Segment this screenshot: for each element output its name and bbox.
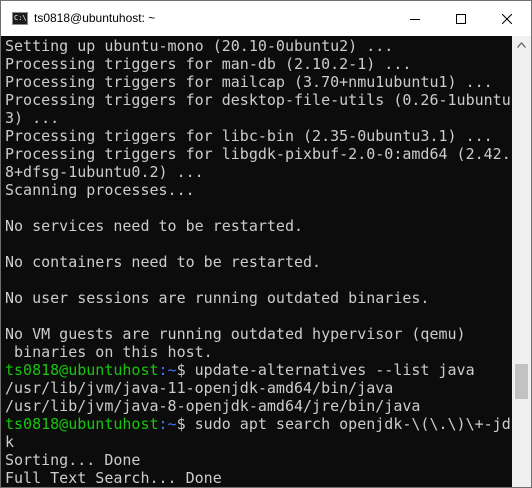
output-line: binaries on this host. (5, 343, 213, 361)
prompt-line: ts0818@ubuntuhost:~$ update-alternatives… (5, 361, 511, 379)
output-line: Setting up ubuntu-mono (20.10-0ubuntu2) … (5, 37, 394, 55)
prompt-user-host: ts0818@ubuntuhost (5, 361, 159, 379)
output-line: Full Text Search... Done (5, 469, 222, 487)
terminal-window: C:\ ts0818@ubuntuhost: ~ Setting up ubun… (0, 0, 532, 488)
window-title: ts0818@ubuntuhost: ~ (34, 11, 156, 25)
command-text: sudo apt search openjdk-\(\.\)\+-jd (194, 415, 511, 433)
output-line: Processing triggers for libgdk-pixbuf-2.… (5, 145, 511, 163)
output-line: No containers need to be restarted. (5, 253, 322, 271)
command-wrap-line: k (5, 433, 15, 451)
prompt-symbol: $ (176, 361, 195, 379)
vertical-scrollbar[interactable] (512, 36, 531, 487)
output-line: No VM guests are running outdated hyperv… (5, 325, 466, 343)
output-line: No services need to be restarted. (5, 217, 304, 235)
scrollbar-thumb[interactable] (515, 364, 528, 399)
scroll-up-button[interactable] (512, 36, 531, 53)
maximize-button[interactable] (438, 1, 484, 36)
output-line: 3) ... (5, 109, 60, 127)
command-text: update-alternatives --list java (194, 361, 475, 379)
output-line: Sorting... Done (5, 451, 141, 469)
output-line: No user sessions are running outdated bi… (5, 289, 430, 307)
maximize-icon (456, 13, 466, 24)
minimize-icon (410, 18, 420, 20)
output-line: Scanning processes... (5, 181, 195, 199)
close-icon (502, 13, 512, 24)
prompt-path: :~ (158, 415, 177, 433)
output-line: Processing triggers for desktop-file-uti… (5, 91, 511, 109)
title-bar[interactable]: C:\ ts0818@ubuntuhost: ~ (1, 1, 531, 36)
prompt-line: ts0818@ubuntuhost:~$ sudo apt search ope… (5, 415, 511, 433)
prompt-path: :~ (158, 361, 177, 379)
minimize-button[interactable] (392, 1, 438, 36)
output-line: Processing triggers for man-db (2.10.2-1… (5, 55, 412, 73)
terminal-console[interactable]: Setting up ubuntu-mono (20.10-0ubuntu2) … (1, 36, 512, 487)
output-line: Processing triggers for mailcap (3.70+nm… (5, 73, 493, 91)
close-button[interactable] (484, 1, 530, 36)
output-line: 8+dfsg-1ubuntu0.2) ... (5, 163, 204, 181)
terminal-output: Setting up ubuntu-mono (20.10-0ubuntu2) … (5, 37, 511, 487)
output-line: /usr/lib/jvm/java-11-openjdk-amd64/bin/j… (5, 379, 394, 397)
chevron-up-icon (517, 41, 526, 48)
output-line: Processing triggers for libc-bin (2.35-0… (5, 127, 493, 145)
prompt-symbol: $ (176, 415, 195, 433)
output-line: /usr/lib/jvm/java-8-openjdk-amd64/jre/bi… (5, 397, 421, 415)
console-app-icon[interactable]: C:\ (12, 12, 28, 25)
prompt-user-host: ts0818@ubuntuhost (5, 415, 159, 433)
